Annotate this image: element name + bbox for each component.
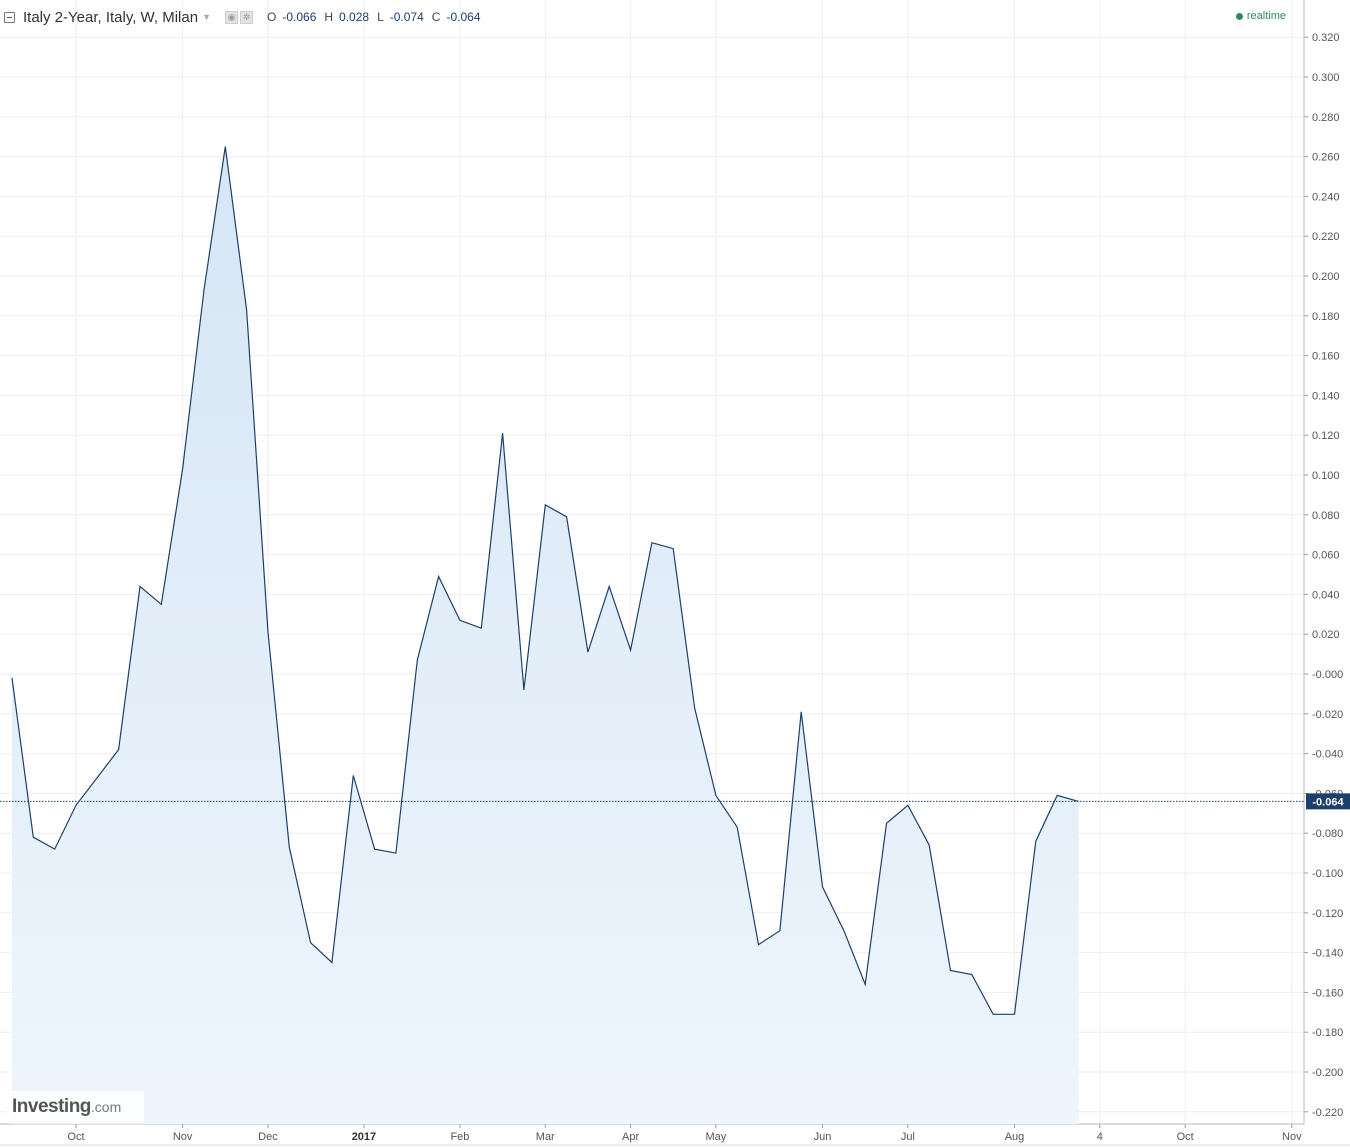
y-tick-label: -0.020 <box>1312 709 1343 721</box>
y-tick-label: -0.040 <box>1312 749 1343 761</box>
x-tick-label: Oct <box>1177 1131 1194 1143</box>
y-tick-label: 0.300 <box>1312 72 1340 84</box>
status-dot-icon <box>1235 12 1243 20</box>
investing-logo: Investing .com <box>6 1091 144 1123</box>
x-tick-label: Jun <box>814 1131 832 1143</box>
y-tick-label: 0.240 <box>1312 191 1340 203</box>
y-tick-label: 0.320 <box>1312 32 1340 44</box>
collapse-toggle-icon[interactable] <box>4 11 15 23</box>
y-tick-label: 0.180 <box>1312 311 1340 323</box>
y-tick-label: -0.000 <box>1312 669 1343 681</box>
close-value: -0.064 <box>446 10 481 24</box>
y-tick-label: 0.080 <box>1312 510 1340 522</box>
y-tick-label: 0.100 <box>1312 470 1340 482</box>
y-tick-label: -0.080 <box>1312 828 1343 840</box>
x-tick-label: May <box>705 1131 726 1143</box>
area-chart: 0.320 0.300 0.280 0.260 0.240 0.220 0.200 0.180… <box>0 0 1350 1146</box>
close-key: C <box>431 10 441 24</box>
realtime-label: realtime <box>1246 10 1286 22</box>
x-tick-label: Apr <box>622 1131 639 1143</box>
x-tick-label: Jul <box>901 1131 915 1143</box>
x-tick-label: Aug <box>1005 1131 1025 1143</box>
y-tick-label: -0.160 <box>1312 987 1343 999</box>
chart-area: 0.320 0.300 0.280 0.260 0.240 0.220 0.200 0.180… <box>0 0 1350 1147</box>
x-tick-label: Mar <box>536 1131 555 1143</box>
y-tick-label: 0.140 <box>1312 390 1340 402</box>
realtime-indicator: realtime <box>1235 10 1286 22</box>
y-tick-label: 0.040 <box>1312 589 1340 601</box>
y-tick-label: 0.260 <box>1312 152 1340 164</box>
ohlc-readout: O -0.066 H 0.028 L -0.074 C -0.064 <box>267 10 483 24</box>
x-tick-label: Dec <box>258 1131 278 1143</box>
x-tick-label: Feb <box>450 1131 469 1143</box>
y-tick-label: -0.200 <box>1312 1067 1343 1079</box>
y-tick-label: 0.160 <box>1312 351 1340 363</box>
settings-icon[interactable]: ✲ <box>240 10 253 24</box>
y-tick-label: 0.060 <box>1312 550 1340 562</box>
open-key: O <box>267 10 277 24</box>
chart-header: Italy 2-Year, Italy, W, Milan ▼ ◉ ✲ O -0… <box>4 6 483 28</box>
y-tick-label: 0.200 <box>1312 271 1340 283</box>
x-tick-label: 2017 <box>352 1131 376 1143</box>
dropdown-caret-icon[interactable]: ▼ <box>202 12 211 22</box>
chart-title: Italy 2-Year, Italy, W, Milan <box>23 8 199 26</box>
low-key: L <box>377 10 384 24</box>
high-value: 0.028 <box>339 10 370 24</box>
y-tick-label: 0.280 <box>1312 112 1340 124</box>
y-tick-label: 0.220 <box>1312 231 1340 243</box>
x-tick-label: Oct <box>67 1131 84 1143</box>
low-value: -0.074 <box>389 10 424 24</box>
high-key: H <box>324 10 334 24</box>
logo-tld: .com <box>90 1099 122 1115</box>
y-tick-label: -0.220 <box>1312 1107 1343 1119</box>
header-icon-group: ◉ ✲ <box>225 10 253 24</box>
x-tick-label: Nov <box>1282 1131 1302 1143</box>
price-tag-label: -0.064 <box>1312 796 1344 808</box>
y-tick-label: 0.120 <box>1312 430 1340 442</box>
y-tick-label: -0.100 <box>1312 868 1343 880</box>
y-tick-label: -0.140 <box>1312 948 1343 960</box>
x-tick-label: Nov <box>173 1131 193 1143</box>
x-tick-label: 4 <box>1097 1131 1103 1143</box>
y-tick-label: -0.120 <box>1312 908 1343 920</box>
y-tick-label: -0.180 <box>1312 1027 1343 1039</box>
eye-icon[interactable]: ◉ <box>225 10 238 24</box>
y-tick-label: 0.020 <box>1312 629 1340 641</box>
open-value: -0.066 <box>282 10 317 24</box>
logo-brand: Investing <box>12 1096 91 1117</box>
